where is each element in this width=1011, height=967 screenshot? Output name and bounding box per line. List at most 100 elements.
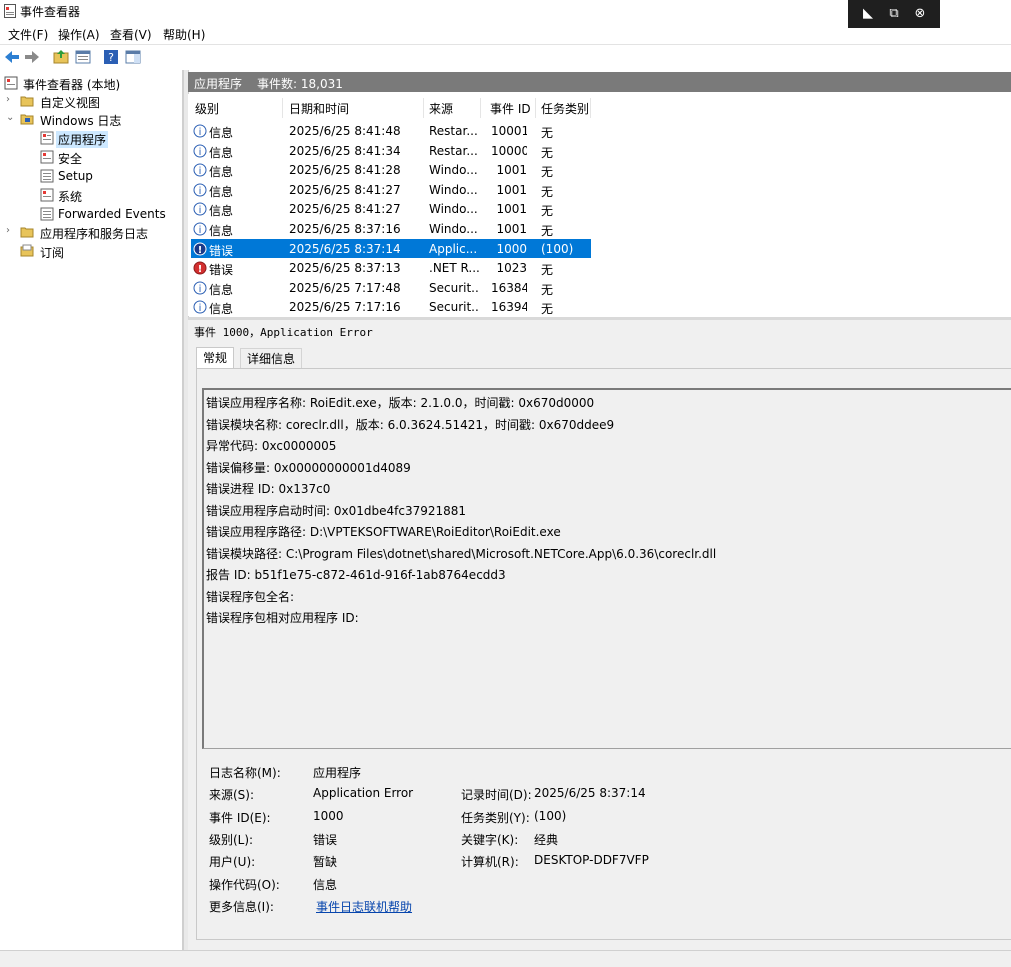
menu-help[interactable]: 帮助(H) — [163, 26, 205, 43]
svg-text:?: ? — [108, 51, 114, 64]
source-cell: .NET R... — [429, 261, 479, 276]
menu-file[interactable]: 文件(F) — [8, 26, 48, 43]
tree-item-forwarded-events[interactable]: Forwarded Events — [40, 206, 182, 224]
event-row[interactable]: i 信息 2025/6/25 8:37:16 Windo... 1001 无 — [191, 219, 591, 238]
event-row[interactable]: i 信息 2025/6/25 8:41:27 Windo... 1001 无 — [191, 199, 591, 218]
description-line: 异常代码: 0xc0000005 — [206, 439, 337, 453]
source-cell: Restar... — [429, 143, 478, 158]
column-header-event-id[interactable]: 事件 ID — [490, 100, 531, 117]
menu-view[interactable]: 查看(V) — [110, 26, 152, 43]
tab-general[interactable]: 常规 — [196, 347, 235, 370]
column-header-level[interactable]: 级别 — [195, 100, 219, 117]
pin-icon[interactable]: ◣ — [860, 6, 876, 22]
task-cell: (100) — [541, 241, 574, 256]
keywords-label: 关键字(K): — [461, 833, 519, 847]
tree-item-security[interactable]: 安全 — [40, 149, 182, 167]
tree-item-setup[interactable]: Setup — [40, 168, 182, 186]
event-detail-pane: 事件 1000，Application Error 常规 详细信息 错误应用程序… — [188, 320, 1011, 950]
tree-item-custom-views[interactable]: › 自定义视图 — [6, 93, 182, 111]
event-row[interactable]: ! 错误 2025/6/25 8:37:14 Applic... 1000 (100) — [191, 238, 591, 258]
tree-label-custom-views: 自定义视图 — [40, 96, 101, 110]
level-cell: 信息 — [209, 126, 234, 140]
logged-label: 记录时间(D): — [461, 788, 532, 802]
toolbar: ? — [0, 44, 1011, 69]
date-cell: 2025/6/25 7:17:16 — [289, 300, 401, 315]
restore-icon[interactable]: ⧉ — [886, 6, 902, 22]
source-value: Application Error — [313, 786, 414, 800]
chevron-right-icon[interactable]: › — [6, 225, 16, 236]
source-cell: Windo... — [429, 163, 478, 178]
task-cell: 无 — [541, 145, 554, 160]
event-id-cell: 1001 — [496, 182, 527, 197]
tree-label-app-service-logs: 应用程序和服务日志 — [40, 227, 149, 241]
column-header-date[interactable]: 日期和时间 — [289, 100, 349, 117]
column-separator[interactable] — [535, 98, 536, 118]
level-cell: 信息 — [209, 282, 234, 297]
subscription-icon — [20, 244, 34, 257]
task-cell: 无 — [541, 126, 554, 140]
tree-label-forwarded-events: Forwarded Events — [58, 207, 166, 221]
event-row[interactable]: i 信息 2025/6/25 8:41:34 Restar... 10000 无 — [191, 141, 591, 160]
tree-item-system[interactable]: 系统 — [40, 187, 182, 205]
show-pane-icon[interactable] — [124, 48, 142, 66]
event-row[interactable]: i 信息 2025/6/25 8:41:28 Windo... 1001 无 — [191, 160, 591, 179]
source-cell: Restar... — [429, 124, 478, 138]
event-id-cell: 10000 — [491, 143, 527, 158]
back-icon[interactable] — [3, 48, 21, 66]
tree-label-security: 安全 — [58, 152, 83, 166]
log-icon — [40, 188, 54, 202]
column-header-source[interactable]: 来源 — [429, 100, 453, 117]
column-separator[interactable] — [282, 98, 283, 118]
tree-item-root[interactable]: 事件查看器 (本地) — [4, 75, 182, 93]
event-row[interactable]: i 信息 2025/6/25 8:41:27 Windo... 1001 无 — [191, 180, 591, 199]
info-icon: i — [193, 222, 207, 236]
folder-icon — [20, 227, 34, 238]
date-cell: 2025/6/25 8:41:34 — [289, 143, 401, 158]
level-cell: 信息 — [209, 165, 234, 180]
event-detail-title: 事件 1000，Application Error — [194, 326, 373, 339]
tree-item-windows-logs[interactable]: ⌄ Windows 日志 — [6, 111, 182, 129]
column-separator[interactable] — [480, 98, 481, 118]
navigation-tree: 事件查看器 (本地) › 自定义视图 ⌄ Windows 日志 应用程序 安全 … — [0, 70, 183, 950]
event-row[interactable]: i 信息 2025/6/25 7:17:48 Securit... 16384 无 — [191, 278, 591, 297]
info-icon: i — [193, 202, 207, 216]
task-cell: 无 — [541, 302, 554, 316]
info-icon: i — [193, 281, 207, 295]
log-icon — [40, 150, 54, 164]
online-help-link[interactable]: 事件日志联机帮助 — [316, 898, 412, 915]
open-folder-icon[interactable] — [52, 48, 70, 66]
chevron-right-icon[interactable]: › — [6, 94, 16, 105]
tree-item-app-service-logs[interactable]: › 应用程序和服务日志 — [6, 224, 182, 242]
event-viewer-icon — [4, 4, 16, 18]
event-description[interactable]: 错误应用程序名称: RoiEdit.exe，版本: 2.1.0.0，时间戳: 0… — [202, 388, 1011, 749]
event-id-cell: 1001 — [496, 222, 527, 236]
event-row[interactable]: i 信息 2025/6/25 7:17:16 Securit... 16394 无 — [191, 297, 591, 316]
level-cell: 错误 — [209, 243, 234, 258]
close-icon[interactable]: ⊗ — [912, 6, 928, 22]
forward-icon[interactable] — [23, 48, 41, 66]
column-separator[interactable] — [423, 98, 424, 118]
svg-text:i: i — [199, 303, 202, 314]
tree-label-application: 应用程序 — [56, 131, 109, 148]
tree-item-application[interactable]: 应用程序 — [40, 130, 182, 148]
chevron-down-icon[interactable]: ⌄ — [6, 112, 16, 123]
tab-details[interactable]: 详细信息 — [240, 348, 303, 369]
task-cell: 无 — [541, 282, 554, 297]
tree-item-subscriptions[interactable]: 订阅 — [20, 243, 182, 261]
description-line: 错误进程 ID: 0x137c0 — [206, 482, 331, 496]
event-row[interactable]: i 信息 2025/6/25 8:41:48 Restar... 10001 无 — [191, 121, 591, 140]
event-row[interactable]: ! 错误 2025/6/25 8:37:13 .NET R... 1023 无 — [191, 258, 591, 277]
properties-icon[interactable] — [74, 48, 92, 66]
column-separator[interactable] — [590, 98, 591, 118]
logged-value: 2025/6/25 8:37:14 — [534, 786, 646, 800]
menu-action[interactable]: 操作(A) — [58, 26, 100, 43]
column-header-task[interactable]: 任务类别 — [541, 100, 589, 117]
event-id-cell: 10001 — [491, 124, 527, 138]
date-cell: 2025/6/25 8:41:27 — [289, 182, 401, 197]
log-icon — [40, 131, 54, 145]
svg-text:i: i — [199, 186, 202, 197]
menu-bar: 文件(F) 操作(A) 查看(V) 帮助(H) — [0, 23, 1011, 43]
source-label: 来源(S): — [209, 788, 255, 802]
level-cell: 信息 — [209, 302, 234, 316]
help-icon[interactable]: ? — [102, 48, 120, 66]
